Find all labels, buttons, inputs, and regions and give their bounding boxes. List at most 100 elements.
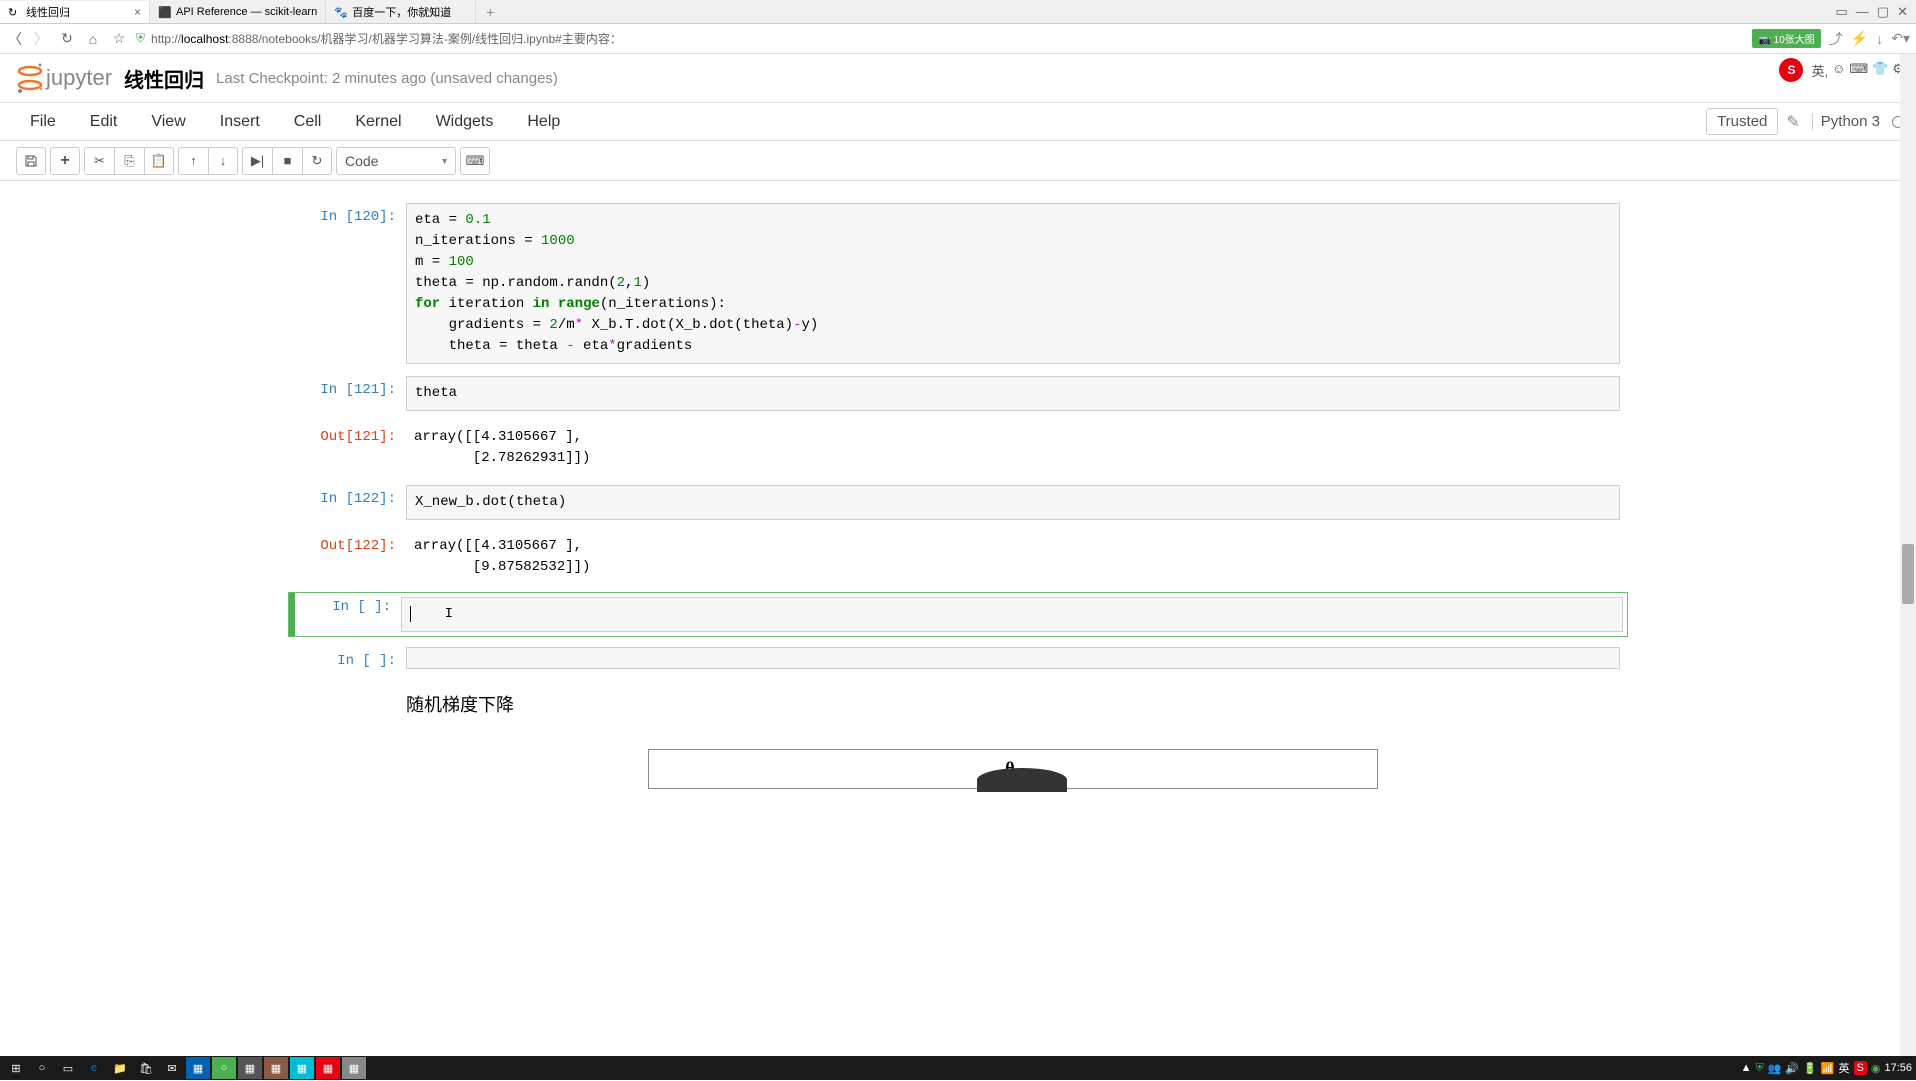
code-input[interactable] — [406, 647, 1620, 669]
notebook-container[interactable]: In [120]: eta = 0.1 n_iterations = 1000 … — [0, 181, 1916, 1081]
jupyter-logo[interactable]: jupyter — [16, 62, 112, 94]
run-button[interactable]: ▶| — [242, 147, 272, 175]
trusted-badge[interactable]: Trusted — [1706, 108, 1778, 135]
markdown-cell[interactable]: 随机梯度下降 — [288, 679, 1628, 729]
app-icon[interactable]: ▦ — [342, 1057, 366, 1079]
tray-lang[interactable]: 英 — [1839, 1060, 1850, 1076]
explorer-icon[interactable]: 📁 — [108, 1057, 132, 1079]
menu-insert[interactable]: Insert — [206, 105, 280, 139]
markdown-text: 随机梯度下降 — [406, 681, 1620, 727]
command-palette-button[interactable]: ⌨ — [460, 147, 490, 175]
output-text: array([[4.3105667 ], [2.78262931]]) — [406, 423, 1620, 473]
tray-icon[interactable]: ⛨ — [1755, 1062, 1763, 1075]
windows-taskbar: ⊞ ○ ▭ e 📁 🛍 ✉ ▦ ○ ▦ ▦ ▦ ▦ ▦ ▲ ⛨ 👥 🔊 🔋 📶 … — [0, 1056, 1916, 1080]
paste-button[interactable]: 📋 — [144, 147, 174, 175]
interrupt-button[interactable]: ■ — [272, 147, 302, 175]
app-icon[interactable]: ▦ — [264, 1057, 288, 1079]
code-cell[interactable]: In [ ]: — [288, 645, 1628, 671]
edge-icon[interactable]: e — [82, 1057, 106, 1079]
shield-icon: ⛨ — [136, 31, 145, 46]
code-input[interactable]: I — [401, 597, 1623, 632]
copy-button[interactable]: ⎘ — [114, 147, 144, 175]
tray-icon[interactable]: 🔊 — [1785, 1062, 1799, 1075]
kernel-name[interactable]: Python 3 — [1812, 113, 1880, 130]
share-icon[interactable]: ⤴ — [1829, 29, 1843, 49]
edit-icon[interactable]: ✎ — [1786, 112, 1799, 132]
restart-button[interactable]: ↻ — [302, 147, 332, 175]
app-icon[interactable]: ▦ — [290, 1057, 314, 1079]
code-input[interactable]: theta — [406, 376, 1620, 411]
emoji-icon[interactable]: ☺ — [1832, 61, 1845, 80]
minimize-icon[interactable]: — — [1856, 4, 1869, 20]
browser-tab[interactable]: 🐾 百度一下，你就知道 — [326, 1, 476, 23]
in-prompt: In [ ]: — [296, 647, 406, 669]
forward-button[interactable]: 〉 — [32, 30, 50, 48]
scrollbar-thumb[interactable] — [1902, 544, 1914, 604]
user-icon[interactable]: 👕 — [1872, 61, 1888, 80]
ime-icon[interactable]: S — [1779, 58, 1803, 82]
in-prompt: In [ ]: — [297, 593, 401, 636]
home-button[interactable]: ⌂ — [84, 30, 102, 48]
tray-icon[interactable]: 👥 — [1768, 1062, 1782, 1075]
code-input[interactable]: X_new_b.dot(theta) — [406, 485, 1620, 520]
close-icon[interactable]: × — [134, 5, 141, 19]
keyboard-icon[interactable]: ⌨ — [1849, 61, 1868, 80]
empty-prompt — [296, 681, 406, 727]
store-icon[interactable]: 🛍 — [134, 1057, 158, 1079]
browser-tab[interactable]: ⬛ API Reference — scikit-learn — [150, 1, 326, 23]
browser-menu-icon[interactable]: ▭ — [1836, 4, 1848, 20]
start-button[interactable]: ⊞ — [4, 1057, 28, 1079]
insert-cell-button[interactable]: + — [50, 147, 80, 175]
image-count-badge[interactable]: 📷 10张大图 — [1752, 29, 1820, 48]
clock[interactable]: 17:56 — [1884, 1062, 1912, 1074]
code-input[interactable]: eta = 0.1 n_iterations = 1000 m = 100 th… — [406, 203, 1620, 364]
menu-help[interactable]: Help — [513, 105, 580, 139]
url-path: :8888/notebooks/机器学习/机器学习算法-案例/线性回归.ipyn… — [228, 32, 621, 46]
contour-plot — [977, 768, 1067, 792]
code-cell[interactable]: In [120]: eta = 0.1 n_iterations = 1000 … — [288, 201, 1628, 366]
cut-button[interactable]: ✂ — [84, 147, 114, 175]
maximize-icon[interactable]: ▢ — [1877, 4, 1889, 20]
favorite-button[interactable]: ☆ — [110, 30, 128, 48]
browser-tab-strip: ↻ 线性回归 × ⬛ API Reference — scikit-learn … — [0, 0, 1916, 24]
code-cell[interactable]: In [122]: X_new_b.dot(theta) — [288, 483, 1628, 522]
cell-type-select[interactable]: Code — [336, 147, 456, 175]
menu-kernel[interactable]: Kernel — [341, 105, 421, 139]
address-bar[interactable]: ⛨ http://localhost:8888/notebooks/机器学习/机… — [136, 30, 1744, 47]
code-cell-selected[interactable]: In [ ]: I — [288, 592, 1628, 637]
figure-cell: θ2 — [288, 737, 1628, 801]
back-button[interactable]: 〈 — [6, 30, 24, 48]
tray-icon[interactable]: 📶 — [1821, 1062, 1835, 1075]
scrollbar[interactable] — [1900, 54, 1916, 1056]
move-up-button[interactable]: ↑ — [178, 147, 208, 175]
app-icon[interactable]: ▦ — [186, 1057, 210, 1079]
notebook-title[interactable]: 线性回归 — [124, 64, 204, 93]
mail-icon[interactable]: ✉ — [160, 1057, 184, 1079]
browser-tab-active[interactable]: ↻ 线性回归 × — [0, 1, 150, 23]
menu-cell[interactable]: Cell — [280, 105, 342, 139]
code-cell[interactable]: In [121]: theta — [288, 374, 1628, 413]
app-icon[interactable]: ▦ — [316, 1057, 340, 1079]
menu-widgets[interactable]: Widgets — [422, 105, 514, 139]
reload-button[interactable]: ↻ — [58, 30, 76, 48]
cortana-icon[interactable]: ○ — [30, 1057, 54, 1079]
tray-ime[interactable]: S — [1854, 1061, 1867, 1075]
menubar: File Edit View Insert Cell Kernel Widget… — [0, 103, 1916, 141]
menu-file[interactable]: File — [16, 105, 76, 139]
tray-icon[interactable]: ▲ — [1741, 1062, 1752, 1074]
new-tab-button[interactable]: + — [476, 4, 504, 20]
save-button[interactable] — [16, 147, 46, 175]
menu-view[interactable]: View — [137, 105, 205, 139]
tray-icon[interactable]: 🔋 — [1803, 1062, 1817, 1075]
bolt-icon[interactable]: ⚡ — [1851, 30, 1868, 47]
move-down-button[interactable]: ↓ — [208, 147, 238, 175]
tray-icon[interactable]: ◉ — [1871, 1062, 1881, 1075]
browser-icon[interactable]: ○ — [212, 1057, 236, 1079]
task-view-icon[interactable]: ▭ — [56, 1057, 80, 1079]
app-icon[interactable]: ▦ — [238, 1057, 262, 1079]
close-window-icon[interactable]: ✕ — [1897, 4, 1908, 20]
menu-edit[interactable]: Edit — [76, 105, 138, 139]
lang-indicator[interactable]: 英, — [1811, 61, 1828, 80]
undo-icon[interactable]: ↶▾ — [1891, 30, 1910, 47]
download-icon[interactable]: ↓ — [1876, 31, 1883, 47]
